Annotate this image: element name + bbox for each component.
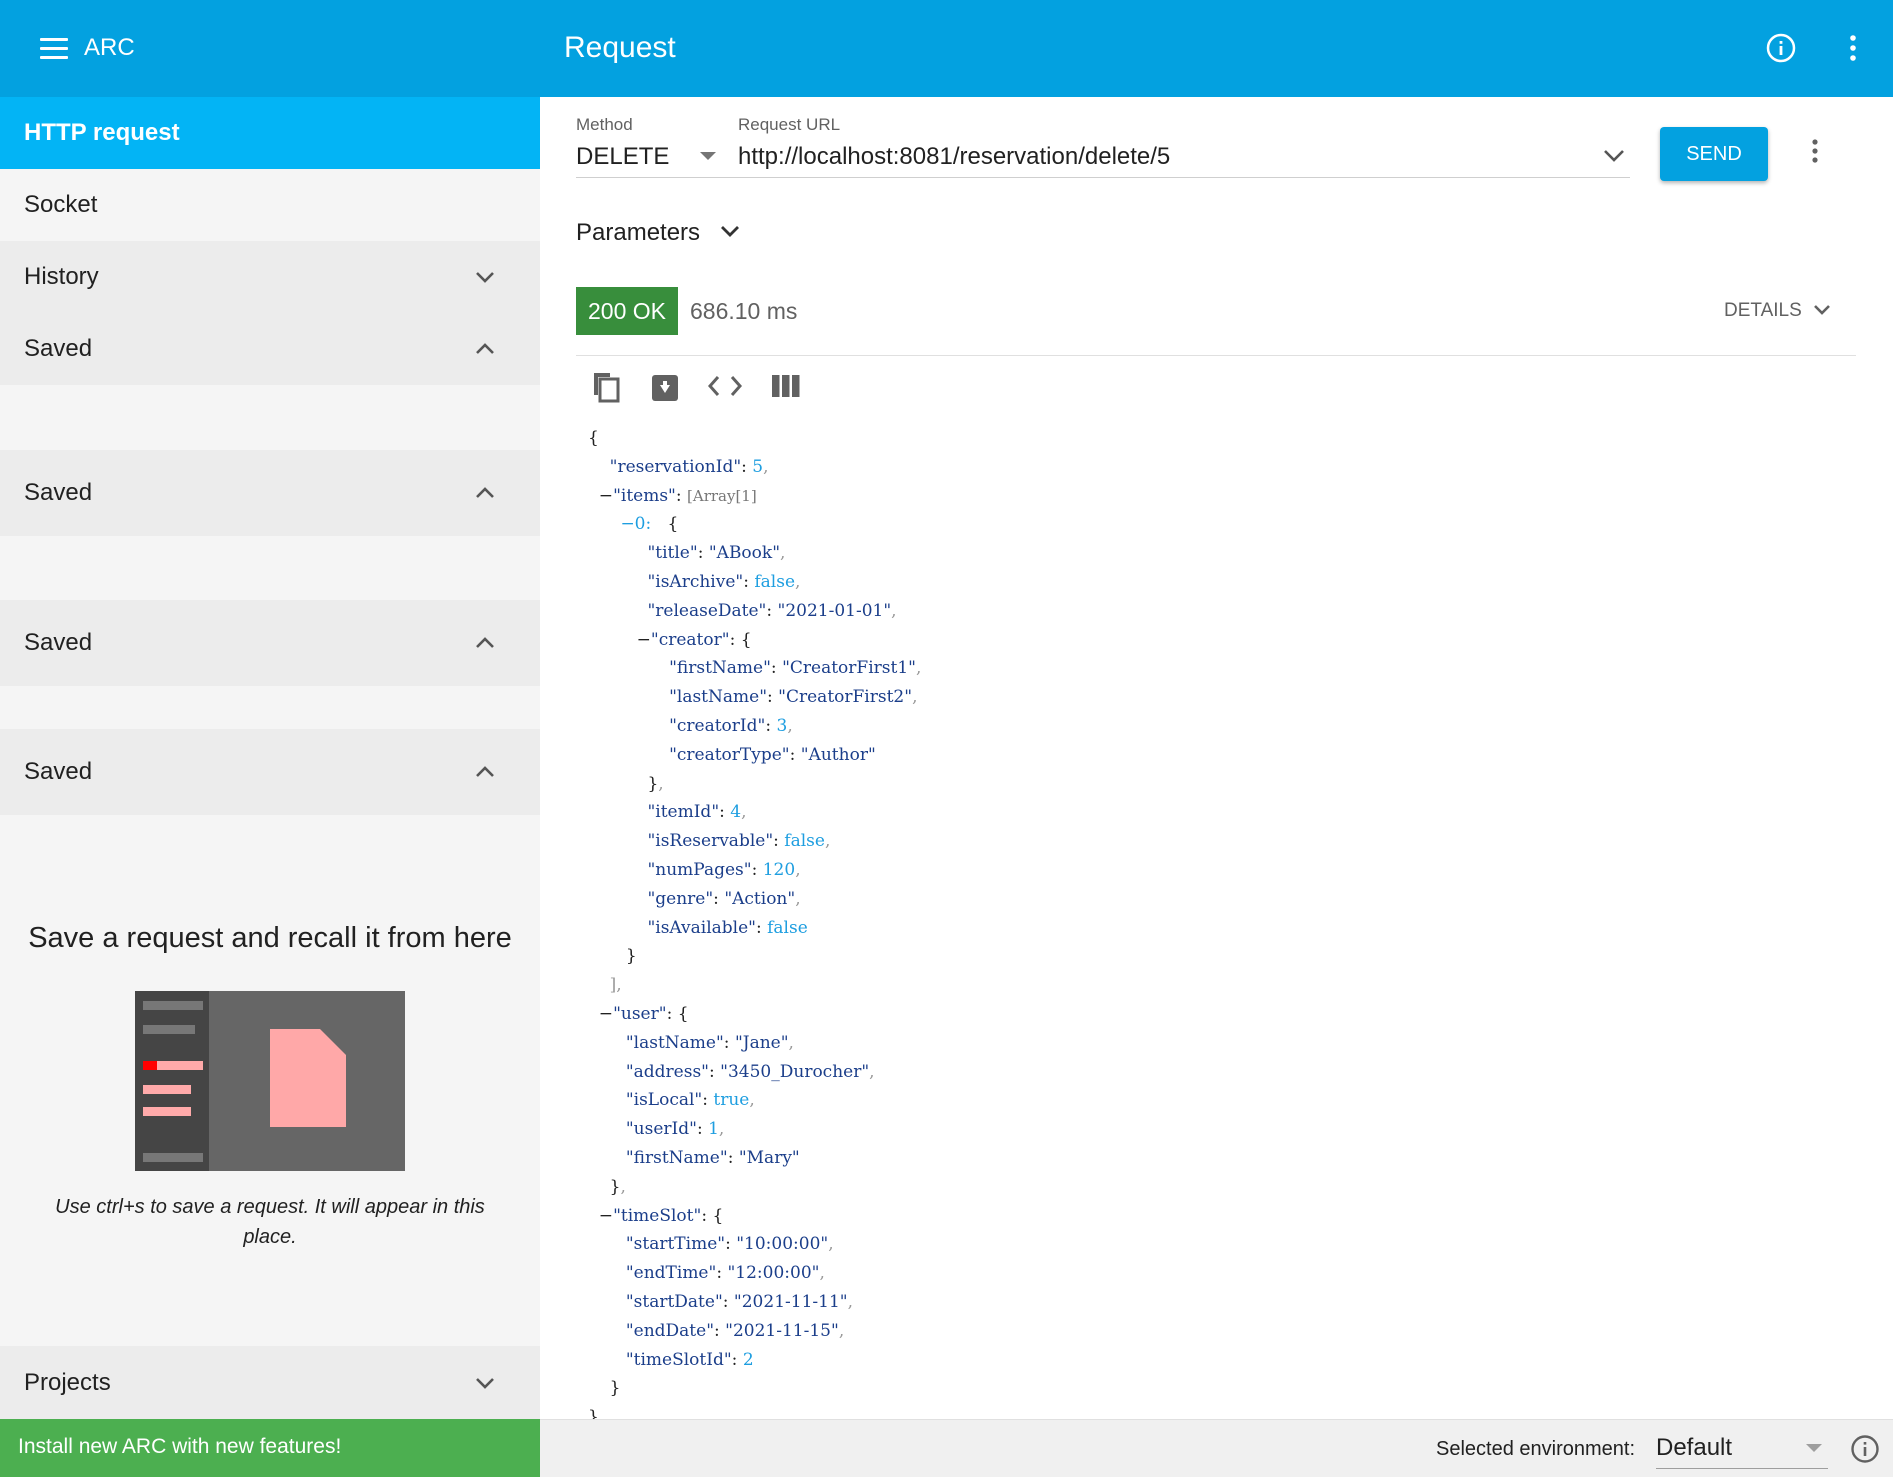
json-response-body: { "reservationId": 5, −"items": [Array[1… bbox=[588, 428, 922, 1428]
more-vert-icon[interactable] bbox=[1808, 137, 1822, 167]
dropdown-caret-icon[interactable] bbox=[1806, 1444, 1822, 1454]
environment-select[interactable]: Default bbox=[1656, 1434, 1732, 1462]
sidebar-item-label: Saved bbox=[24, 335, 93, 362]
details-toggle[interactable]: DETAILS bbox=[1724, 300, 1802, 322]
sidebar: HTTP request Socket History Saved Saved … bbox=[0, 97, 540, 1477]
page-title: Request bbox=[564, 31, 676, 64]
chevron-down-icon[interactable] bbox=[1812, 303, 1832, 319]
sidebar-item-label: Saved bbox=[24, 629, 93, 656]
info-icon[interactable] bbox=[1850, 1434, 1880, 1464]
method-select[interactable]: DELETE bbox=[576, 143, 669, 171]
view-column-icon[interactable] bbox=[772, 375, 800, 397]
info-icon[interactable] bbox=[1766, 33, 1796, 63]
document-icon bbox=[270, 1029, 346, 1127]
parameters-toggle[interactable]: Parameters bbox=[576, 219, 700, 247]
sidebar-item-label: Socket bbox=[24, 191, 98, 218]
empty-state-title: Save a request and recall it from here bbox=[28, 922, 512, 954]
send-button[interactable]: SEND bbox=[1660, 127, 1768, 181]
chevron-up-icon[interactable] bbox=[472, 759, 498, 785]
dropdown-caret-icon[interactable] bbox=[700, 152, 716, 162]
code-icon[interactable] bbox=[708, 373, 742, 399]
empty-state-illustration bbox=[135, 991, 405, 1171]
sidebar-item-http-request[interactable]: HTTP request bbox=[0, 97, 540, 169]
menu-icon[interactable] bbox=[40, 38, 68, 60]
sidebar-item-saved[interactable]: Saved bbox=[0, 313, 540, 385]
sidebar-item-label: Saved bbox=[24, 479, 93, 506]
environment-label: Selected environment: bbox=[1436, 1438, 1636, 1460]
sidebar-item-label: Saved bbox=[24, 758, 93, 785]
chevron-down-icon[interactable] bbox=[472, 264, 498, 290]
sidebar-item-label: HTTP request bbox=[24, 119, 180, 146]
url-underline bbox=[738, 177, 1630, 178]
status-badge: 200 OK bbox=[576, 287, 678, 335]
chevron-up-icon[interactable] bbox=[472, 480, 498, 506]
sidebar-item-socket[interactable]: Socket bbox=[0, 169, 540, 241]
sidebar-item-saved[interactable]: Saved bbox=[0, 600, 540, 686]
save-archive-icon[interactable] bbox=[650, 371, 680, 403]
chevron-up-icon[interactable] bbox=[472, 336, 498, 362]
sidebar-item-saved[interactable]: Saved bbox=[0, 729, 540, 815]
chevron-down-icon[interactable] bbox=[472, 1370, 498, 1396]
app-toolbar: ARC Request bbox=[0, 0, 1893, 97]
response-divider bbox=[576, 355, 1856, 356]
empty-state-hint: Use ctrl+s to save a request. It will ap… bbox=[55, 1196, 485, 1248]
more-vert-icon[interactable] bbox=[1846, 33, 1860, 63]
url-input[interactable]: http://localhost:8081/reservation/delete… bbox=[738, 143, 1170, 171]
sidebar-item-projects[interactable]: Projects bbox=[0, 1346, 540, 1419]
sidebar-item-label: Projects bbox=[24, 1369, 111, 1396]
url-label: Request URL bbox=[738, 115, 841, 134]
sidebar-item-saved[interactable]: Saved bbox=[0, 450, 540, 536]
copy-icon[interactable] bbox=[590, 369, 622, 405]
chevron-down-icon[interactable] bbox=[718, 223, 742, 241]
request-panel: Method DELETE Request URL http://localho… bbox=[540, 97, 1893, 1427]
sidebar-item-history[interactable]: History bbox=[0, 241, 540, 313]
environment-bar: Selected environment: Default bbox=[540, 1419, 1893, 1477]
sidebar-item-label: History bbox=[24, 263, 99, 290]
method-label: Method bbox=[576, 115, 633, 134]
chevron-up-icon[interactable] bbox=[472, 630, 498, 656]
chevron-down-icon[interactable] bbox=[1602, 147, 1626, 165]
response-time: 686.10 ms bbox=[690, 298, 798, 324]
install-banner[interactable]: Install new ARC with new features! bbox=[0, 1419, 540, 1477]
environment-underline bbox=[1656, 1468, 1828, 1469]
app-title: ARC bbox=[84, 34, 135, 61]
illustration-sidebar bbox=[135, 991, 209, 1171]
